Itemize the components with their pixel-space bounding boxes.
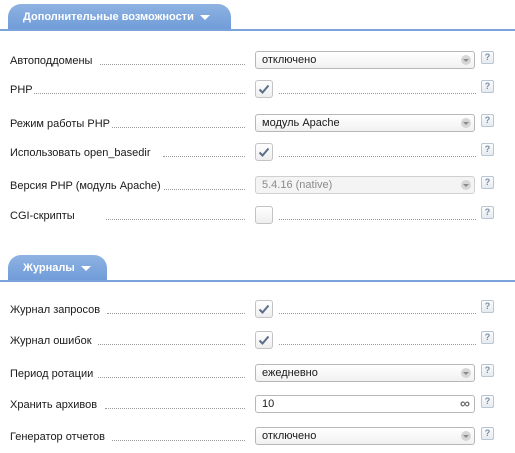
php-version-select[interactable]: 5.4.16 (native) <box>255 176 475 194</box>
leader-dots <box>105 408 245 409</box>
leader-dots <box>100 64 245 65</box>
report-generator-select[interactable]: отключено <box>255 427 475 445</box>
dropdown-arrow-icon <box>461 431 471 441</box>
archives-input[interactable]: 10 ∞ <box>255 395 475 413</box>
leader-dots <box>279 156 476 157</box>
php-version-label: Версия PHP (модуль Apache) <box>10 180 161 192</box>
dropdown-arrow-icon <box>461 180 471 190</box>
php-checkbox[interactable] <box>255 80 273 98</box>
php-mode-select[interactable]: модуль Apache <box>255 114 475 132</box>
chevron-down-icon <box>199 14 210 20</box>
logs-section-title: Журналы <box>23 262 75 274</box>
leader-dots <box>164 189 245 190</box>
php-version-value: 5.4.16 (native) <box>262 179 333 191</box>
leader-dots <box>34 93 245 94</box>
chevron-down-icon <box>80 265 91 271</box>
row-php: PHP ? <box>0 80 515 104</box>
checkmark-icon <box>258 304 270 314</box>
dropdown-arrow-icon <box>461 55 471 65</box>
leader-dots <box>98 344 245 345</box>
help-icon[interactable]: ? <box>481 51 494 64</box>
dropdown-arrow-icon <box>461 118 471 128</box>
advanced-section-title: Дополнительные возможности <box>23 11 194 23</box>
row-report-generator: Генератор отчетов отключено ? <box>0 427 515 451</box>
cgi-checkbox[interactable] <box>255 206 273 224</box>
leader-dots <box>106 219 245 220</box>
leader-dots <box>279 219 476 220</box>
help-icon[interactable]: ? <box>481 143 494 156</box>
open-basedir-checkbox[interactable] <box>255 143 273 161</box>
help-icon[interactable]: ? <box>481 427 494 440</box>
section-divider <box>0 29 515 31</box>
row-subdomains: Автоподдомены отключено ? <box>0 51 515 75</box>
help-icon[interactable]: ? <box>481 300 494 313</box>
subdomains-label: Автоподдомены <box>10 55 93 67</box>
row-php-mode: Режим работы PHP модуль Apache ? <box>0 114 515 138</box>
help-icon[interactable]: ? <box>481 206 494 219</box>
leader-dots <box>112 127 245 128</box>
row-rotation: Период ротации ежедневно ? <box>0 364 515 388</box>
open-basedir-label: Использовать open_basedir <box>10 147 151 159</box>
logs-section-tab[interactable]: Журналы <box>8 255 107 281</box>
rotation-value: ежедневно <box>262 367 318 379</box>
row-archives: Хранить архивов 10 ∞ ? <box>0 395 515 419</box>
rotation-select[interactable]: ежедневно <box>255 364 475 382</box>
leader-dots <box>112 440 245 441</box>
checkmark-icon <box>258 84 270 94</box>
row-cgi: CGI-скрипты ? <box>0 206 515 230</box>
help-icon[interactable]: ? <box>481 114 494 127</box>
row-error-log: Журнал ошибок ? <box>0 331 515 355</box>
report-generator-value: отключено <box>262 430 317 442</box>
error-log-checkbox[interactable] <box>255 331 273 349</box>
help-icon[interactable]: ? <box>481 364 494 377</box>
php-mode-value: модуль Apache <box>262 117 340 129</box>
archives-value: 10 <box>262 398 275 410</box>
section-divider <box>0 280 515 282</box>
checkmark-icon <box>258 335 270 345</box>
leader-dots <box>279 344 476 345</box>
advanced-section-tab[interactable]: Дополнительные возможности <box>8 4 231 30</box>
row-open-basedir: Использовать open_basedir ? <box>0 143 515 167</box>
checkmark-icon <box>258 147 270 157</box>
subdomains-select[interactable]: отключено <box>255 51 475 69</box>
dropdown-arrow-icon <box>461 368 471 378</box>
leader-dots <box>163 156 245 157</box>
archives-label: Хранить архивов <box>10 399 98 411</box>
php-mode-label: Режим работы PHP <box>10 118 110 130</box>
help-icon[interactable]: ? <box>481 176 494 189</box>
help-icon[interactable]: ? <box>481 331 494 344</box>
rotation-label: Период ротации <box>10 368 94 380</box>
cgi-label: CGI-скрипты <box>10 210 75 222</box>
access-log-checkbox[interactable] <box>255 300 273 318</box>
access-log-label: Журнал запросов <box>10 304 101 316</box>
leader-dots <box>279 313 476 314</box>
row-php-version: Версия PHP (модуль Apache) 5.4.16 (nativ… <box>0 176 515 200</box>
report-generator-label: Генератор отчетов <box>10 431 106 443</box>
infinity-icon[interactable]: ∞ <box>460 395 470 411</box>
row-access-log: Журнал запросов ? <box>0 300 515 324</box>
leader-dots <box>107 313 245 314</box>
help-icon[interactable]: ? <box>481 395 494 408</box>
help-icon[interactable]: ? <box>481 80 494 93</box>
error-log-label: Журнал ошибок <box>10 335 92 347</box>
php-label: PHP <box>10 84 33 96</box>
leader-dots <box>98 377 245 378</box>
leader-dots <box>279 93 476 94</box>
subdomains-value: отключено <box>262 54 317 66</box>
